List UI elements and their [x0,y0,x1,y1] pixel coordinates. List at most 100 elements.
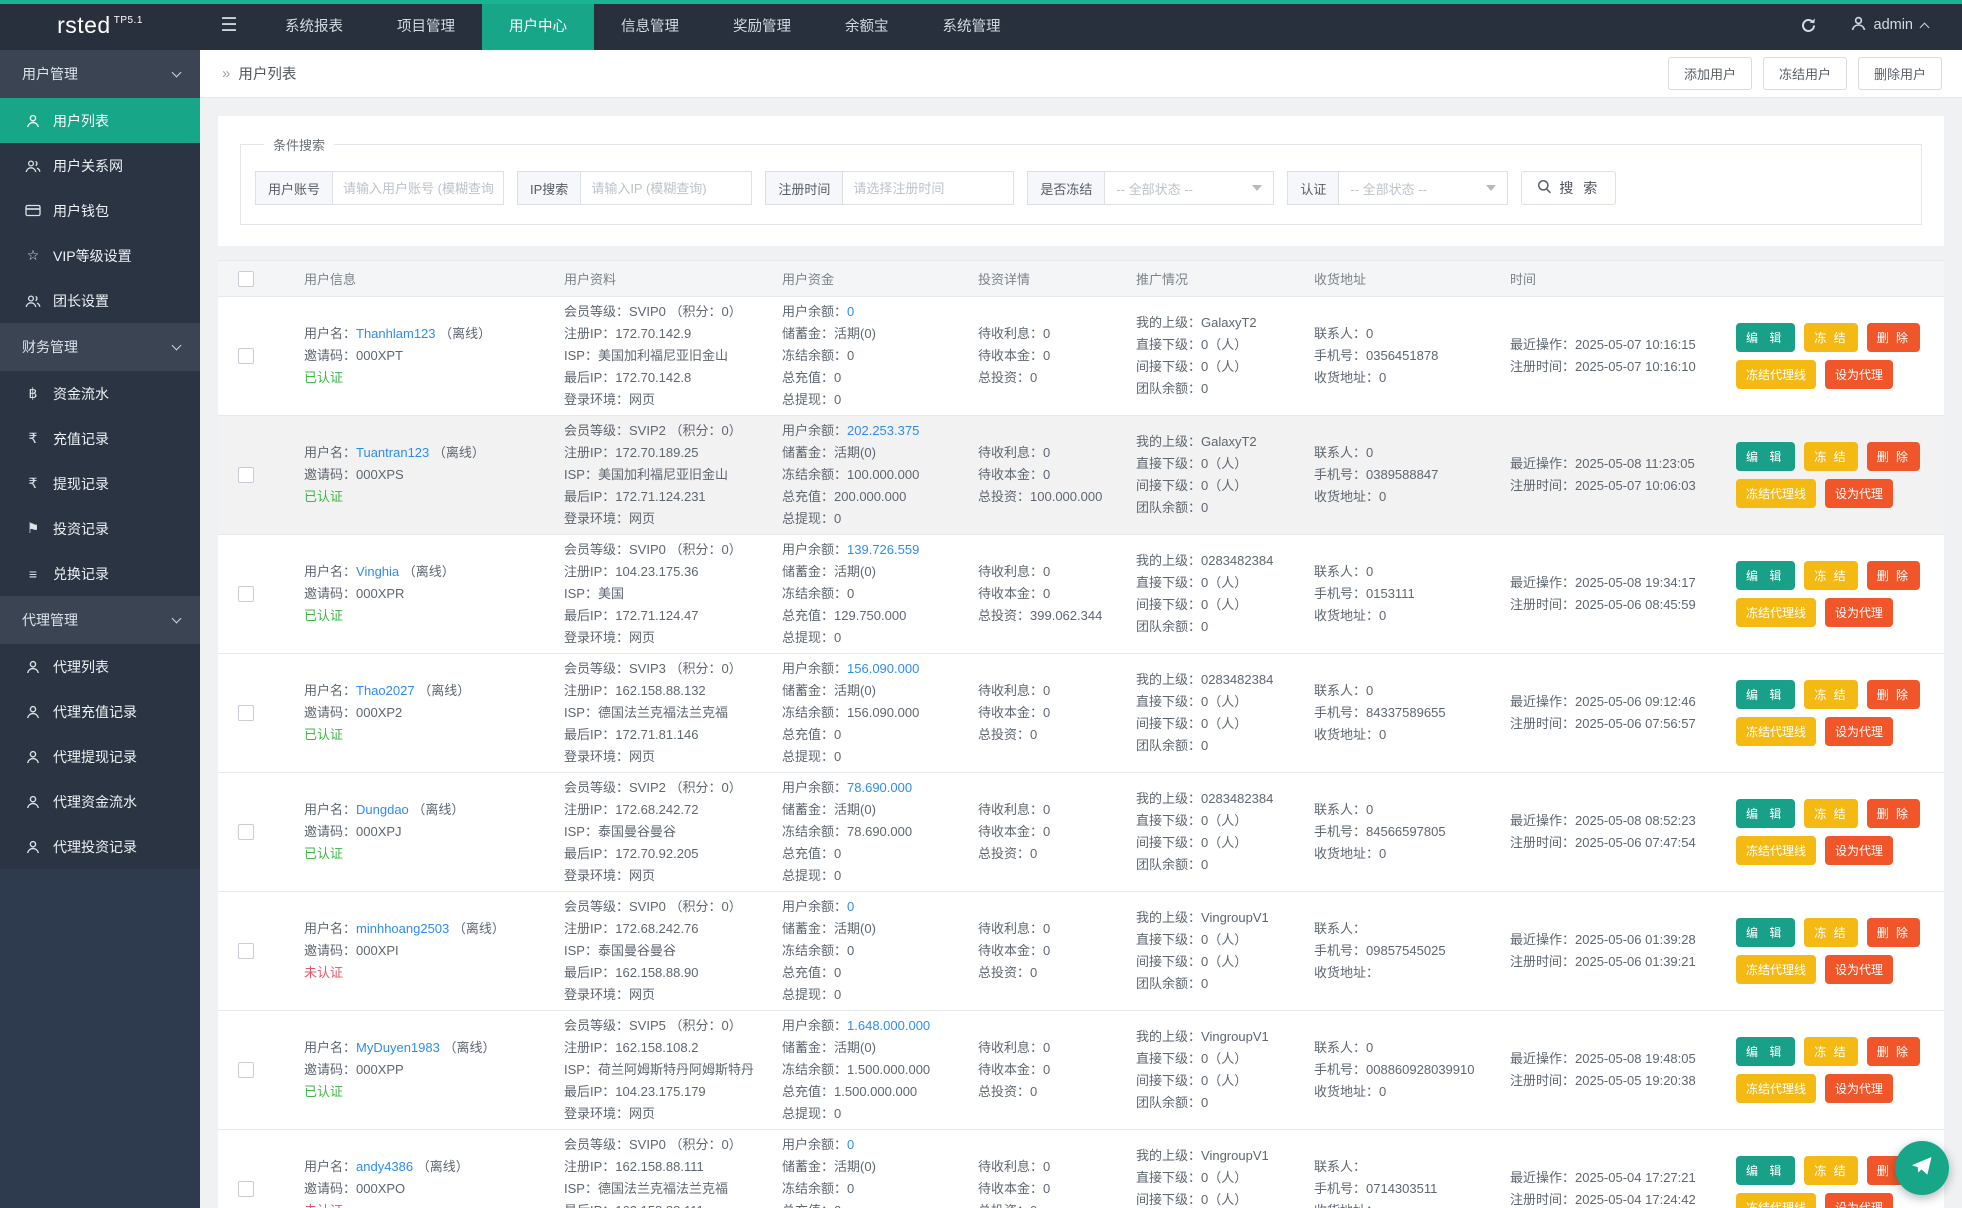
sidebar-item[interactable]: 团长设置 [0,278,200,323]
sidebar-item[interactable]: 代理充值记录 [0,689,200,734]
status-select[interactable]: -- 全部状态 -- [1338,171,1508,205]
edit-button[interactable]: 编 辑 [1736,561,1795,590]
row-checkbox[interactable] [238,705,254,721]
edit-button[interactable]: 编 辑 [1736,442,1795,471]
sidebar-item[interactable]: 代理列表 [0,644,200,689]
row-checkbox[interactable] [238,467,254,483]
sidebar-item[interactable]: 代理提现记录 [0,734,200,779]
freeze-agent-line-button[interactable]: 冻结代理线 [1736,1193,1816,1208]
row-checkbox[interactable] [238,824,254,840]
topnav-item[interactable]: 系统报表 [258,0,370,50]
edit-button[interactable]: 编 辑 [1736,1037,1795,1066]
freeze-agent-line-button[interactable]: 冻结代理线 [1736,717,1816,746]
search-input[interactable] [580,171,752,205]
balance-value[interactable]: 0 [847,304,854,319]
sidebar-group[interactable]: 财务管理 [0,323,200,371]
balance-value[interactable]: 139.726.559 [847,542,919,557]
row-checkbox[interactable] [238,348,254,364]
customer-service-button[interactable] [1895,1141,1949,1195]
freeze-button[interactable]: 冻 结 [1804,561,1857,590]
freeze-agent-line-button[interactable]: 冻结代理线 [1736,955,1816,984]
username-link[interactable]: andy4386 [356,1159,413,1174]
row-checkbox[interactable] [238,1181,254,1197]
sidebar-item[interactable]: ฿ 资金流水 [0,371,200,416]
sidebar-item[interactable]: ≡ 兑换记录 [0,551,200,596]
set-agent-button[interactable]: 设为代理 [1825,360,1893,389]
freeze-button[interactable]: 冻 结 [1804,323,1857,352]
sidebar-item[interactable]: 用户关系网 [0,143,200,188]
page-action-button[interactable]: 冻结用户 [1763,57,1847,90]
search-button[interactable]: 搜 索 [1521,171,1616,205]
topnav-item[interactable]: 用户中心 [482,0,594,50]
freeze-agent-line-button[interactable]: 冻结代理线 [1736,836,1816,865]
username-link[interactable]: minhhoang2503 [356,921,449,936]
username-link[interactable]: Thao2027 [356,683,415,698]
set-agent-button[interactable]: 设为代理 [1825,717,1893,746]
topnav-item[interactable]: 信息管理 [594,0,706,50]
username-link[interactable]: Tuantran123 [356,445,429,460]
set-agent-button[interactable]: 设为代理 [1825,836,1893,865]
balance-value[interactable]: 0 [847,1137,854,1152]
delete-button[interactable]: 删 除 [1867,1037,1920,1066]
row-checkbox[interactable] [238,1062,254,1078]
page-action-button[interactable]: 添加用户 [1668,57,1752,90]
freeze-agent-line-button[interactable]: 冻结代理线 [1736,479,1816,508]
set-agent-button[interactable]: 设为代理 [1825,598,1893,627]
edit-button[interactable]: 编 辑 [1736,323,1795,352]
delete-button[interactable]: 删 除 [1867,799,1920,828]
topnav-item[interactable]: 系统管理 [916,0,1028,50]
topnav-item[interactable]: 奖励管理 [706,0,818,50]
sidebar-group[interactable]: 用户管理 [0,50,200,98]
sidebar-item[interactable]: ⚑ 投资记录 [0,506,200,551]
sidebar-item[interactable]: 用户列表 [0,98,200,143]
page-action-button[interactable]: 删除用户 [1858,57,1942,90]
freeze-button[interactable]: 冻 结 [1804,918,1857,947]
sidebar-item[interactable]: ☆ VIP等级设置 [0,233,200,278]
set-agent-button[interactable]: 设为代理 [1825,1193,1893,1208]
edit-button[interactable]: 编 辑 [1736,799,1795,828]
freeze-agent-line-button[interactable]: 冻结代理线 [1736,360,1816,389]
row-checkbox[interactable] [238,586,254,602]
username-link[interactable]: Thanhlam123 [356,326,436,341]
edit-button[interactable]: 编 辑 [1736,680,1795,709]
search-input[interactable] [842,171,1014,205]
balance-value[interactable]: 202.253.375 [847,423,919,438]
balance-value[interactable]: 0 [847,899,854,914]
freeze-button[interactable]: 冻 结 [1804,1037,1857,1066]
edit-button[interactable]: 编 辑 [1736,918,1795,947]
sidebar-item[interactable]: 代理投资记录 [0,824,200,869]
freeze-agent-line-button[interactable]: 冻结代理线 [1736,598,1816,627]
sidebar-toggle-icon[interactable]: ☰ [200,0,258,50]
admin-menu[interactable]: admin [1851,16,1929,35]
topnav-item[interactable]: 余额宝 [818,0,916,50]
sidebar-group[interactable]: 代理管理 [0,596,200,644]
status-select[interactable]: -- 全部状态 -- [1104,171,1274,205]
edit-button[interactable]: 编 辑 [1736,1156,1795,1185]
username-link[interactable]: Vinghia [356,564,399,579]
set-agent-button[interactable]: 设为代理 [1825,479,1893,508]
sidebar-item[interactable]: 代理资金流水 [0,779,200,824]
freeze-button[interactable]: 冻 结 [1804,442,1857,471]
delete-button[interactable]: 删 除 [1867,323,1920,352]
sidebar-item[interactable]: ₹ 提现记录 [0,461,200,506]
balance-value[interactable]: 1.648.000.000 [847,1018,930,1033]
row-checkbox[interactable] [238,943,254,959]
topnav-item[interactable]: 项目管理 [370,0,482,50]
select-all-checkbox[interactable] [238,271,254,287]
balance-value[interactable]: 156.090.000 [847,661,919,676]
sidebar-item[interactable]: ₹ 充值记录 [0,416,200,461]
set-agent-button[interactable]: 设为代理 [1825,955,1893,984]
username-link[interactable]: MyDuyen1983 [356,1040,440,1055]
balance-value[interactable]: 78.690.000 [847,780,912,795]
sidebar-item[interactable]: 用户钱包 [0,188,200,233]
set-agent-button[interactable]: 设为代理 [1825,1074,1893,1103]
delete-button[interactable]: 删 除 [1867,442,1920,471]
refresh-icon[interactable] [1800,17,1817,34]
freeze-agent-line-button[interactable]: 冻结代理线 [1736,1074,1816,1103]
search-input[interactable] [332,171,504,205]
delete-button[interactable]: 删 除 [1867,680,1920,709]
delete-button[interactable]: 删 除 [1867,918,1920,947]
freeze-button[interactable]: 冻 结 [1804,680,1857,709]
delete-button[interactable]: 删 除 [1867,561,1920,590]
username-link[interactable]: Dungdao [356,802,409,817]
